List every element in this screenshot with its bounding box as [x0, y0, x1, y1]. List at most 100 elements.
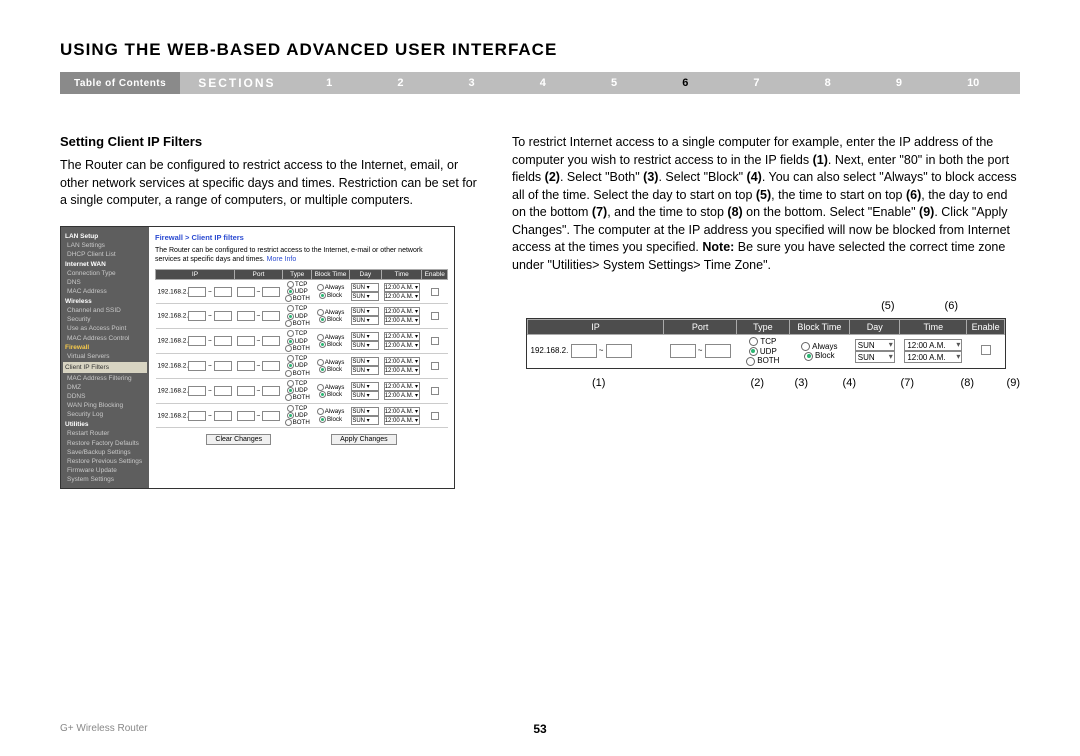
bt-always[interactable]	[317, 309, 324, 316]
day-bottom[interactable]: SUN ▾	[351, 416, 379, 425]
bt-always[interactable]	[317, 284, 324, 291]
time-bottom[interactable]: 12:00 A.M. ▾	[384, 316, 420, 325]
ip-to[interactable]	[214, 287, 232, 297]
r-type-tcp[interactable]	[749, 337, 758, 346]
r-time-top[interactable]: 12:00 A.M.	[904, 339, 962, 351]
sidebar-restore[interactable]: Restore Previous Settings	[65, 457, 145, 466]
port-from[interactable]	[237, 311, 255, 321]
bt-block[interactable]	[319, 416, 326, 423]
bt-always[interactable]	[317, 408, 324, 415]
port-to[interactable]	[262, 311, 280, 321]
day-top[interactable]: SUN ▾	[351, 357, 379, 366]
nav-num-2[interactable]: 2	[387, 77, 413, 89]
sidebar-defaults[interactable]: Restore Factory Defaults	[65, 439, 145, 448]
r-bt-always[interactable]	[801, 342, 810, 351]
sidebar-sys[interactable]: System Settings	[65, 475, 145, 484]
bt-block[interactable]	[319, 366, 326, 373]
sidebar-mac[interactable]: MAC Address	[65, 287, 145, 296]
r-enable[interactable]	[981, 345, 991, 355]
more-info-link[interactable]: More Info	[267, 256, 297, 263]
nav-num-4[interactable]: 4	[530, 77, 556, 89]
enable-check[interactable]	[431, 412, 439, 420]
day-top[interactable]: SUN ▾	[351, 382, 379, 391]
sidebar-ping[interactable]: WAN Ping Blocking	[65, 401, 145, 410]
port-to[interactable]	[262, 336, 280, 346]
r-type-both[interactable]	[746, 357, 755, 366]
port-to[interactable]	[262, 386, 280, 396]
type-udp[interactable]	[287, 288, 294, 295]
sidebar-save[interactable]: Save/Backup Settings	[65, 448, 145, 457]
ip-to[interactable]	[214, 411, 232, 421]
sidebar-utilities[interactable]: Utilities	[65, 420, 145, 429]
nav-num-9[interactable]: 9	[886, 77, 912, 89]
r-bt-block[interactable]	[804, 352, 813, 361]
r-day-bottom[interactable]: SUN	[855, 351, 895, 363]
time-bottom[interactable]: 12:00 A.M. ▾	[384, 366, 420, 375]
type-tcp[interactable]	[287, 405, 294, 412]
ip-from[interactable]	[188, 411, 206, 421]
time-top[interactable]: 12:00 A.M. ▾	[384, 357, 420, 366]
sidebar-lan-setup[interactable]: LAN Setup	[65, 232, 145, 241]
port-to[interactable]	[262, 411, 280, 421]
enable-check[interactable]	[431, 337, 439, 345]
ip-from[interactable]	[188, 287, 206, 297]
time-top[interactable]: 12:00 A.M. ▾	[384, 283, 420, 292]
day-bottom[interactable]: SUN ▾	[351, 391, 379, 400]
type-both[interactable]	[285, 419, 292, 426]
time-top[interactable]: 12:00 A.M. ▾	[384, 407, 420, 416]
sidebar-conn[interactable]: Connection Type	[65, 269, 145, 278]
port-from[interactable]	[237, 287, 255, 297]
bt-block[interactable]	[319, 316, 326, 323]
sidebar-fw[interactable]: Firmware Update	[65, 466, 145, 475]
type-both[interactable]	[285, 295, 292, 302]
type-both[interactable]	[285, 345, 292, 352]
sidebar-wan[interactable]: Internet WAN	[65, 260, 145, 269]
r-day-top[interactable]: SUN	[855, 339, 895, 351]
type-udp[interactable]	[287, 412, 294, 419]
type-both[interactable]	[285, 370, 292, 377]
ip-from[interactable]	[188, 361, 206, 371]
sidebar-slog[interactable]: Security Log	[65, 410, 145, 419]
sidebar-vs[interactable]: Virtual Servers	[65, 352, 145, 361]
bt-always[interactable]	[317, 334, 324, 341]
type-udp[interactable]	[287, 362, 294, 369]
sidebar-security[interactable]: Security	[65, 315, 145, 324]
type-tcp[interactable]	[287, 281, 294, 288]
enable-check[interactable]	[431, 312, 439, 320]
sidebar-firewall[interactable]: Firewall	[65, 343, 145, 352]
enable-check[interactable]	[431, 362, 439, 370]
enable-check[interactable]	[431, 288, 439, 296]
bt-block[interactable]	[319, 341, 326, 348]
bt-always[interactable]	[317, 384, 324, 391]
nav-num-6[interactable]: 6	[672, 77, 698, 89]
time-bottom[interactable]: 12:00 A.M. ▾	[384, 341, 420, 350]
sidebar-wireless[interactable]: Wireless	[65, 297, 145, 306]
nav-num-1[interactable]: 1	[316, 77, 342, 89]
r-ip-to[interactable]	[606, 344, 632, 358]
type-tcp[interactable]	[287, 355, 294, 362]
time-top[interactable]: 12:00 A.M. ▾	[384, 382, 420, 391]
sidebar-dhcp[interactable]: DHCP Client List	[65, 250, 145, 259]
day-top[interactable]: SUN ▾	[351, 283, 379, 292]
type-tcp[interactable]	[287, 380, 294, 387]
enable-check[interactable]	[431, 387, 439, 395]
nav-num-7[interactable]: 7	[743, 77, 769, 89]
bt-block[interactable]	[319, 391, 326, 398]
sidebar-dmz[interactable]: DMZ	[65, 383, 145, 392]
bt-always[interactable]	[317, 359, 324, 366]
day-top[interactable]: SUN ▾	[351, 332, 379, 341]
time-bottom[interactable]: 12:00 A.M. ▾	[384, 416, 420, 425]
day-top[interactable]: SUN ▾	[351, 407, 379, 416]
nav-toc[interactable]: Table of Contents	[60, 72, 180, 94]
sidebar-channel[interactable]: Channel and SSID	[65, 306, 145, 315]
apply-button[interactable]: Apply Changes	[331, 434, 396, 445]
nav-num-10[interactable]: 10	[957, 77, 989, 89]
r-port-to[interactable]	[705, 344, 731, 358]
nav-num-8[interactable]: 8	[815, 77, 841, 89]
ip-from[interactable]	[188, 386, 206, 396]
time-top[interactable]: 12:00 A.M. ▾	[384, 332, 420, 341]
type-udp[interactable]	[287, 313, 294, 320]
nav-num-5[interactable]: 5	[601, 77, 627, 89]
day-bottom[interactable]: SUN ▾	[351, 292, 379, 301]
day-bottom[interactable]: SUN ▾	[351, 316, 379, 325]
